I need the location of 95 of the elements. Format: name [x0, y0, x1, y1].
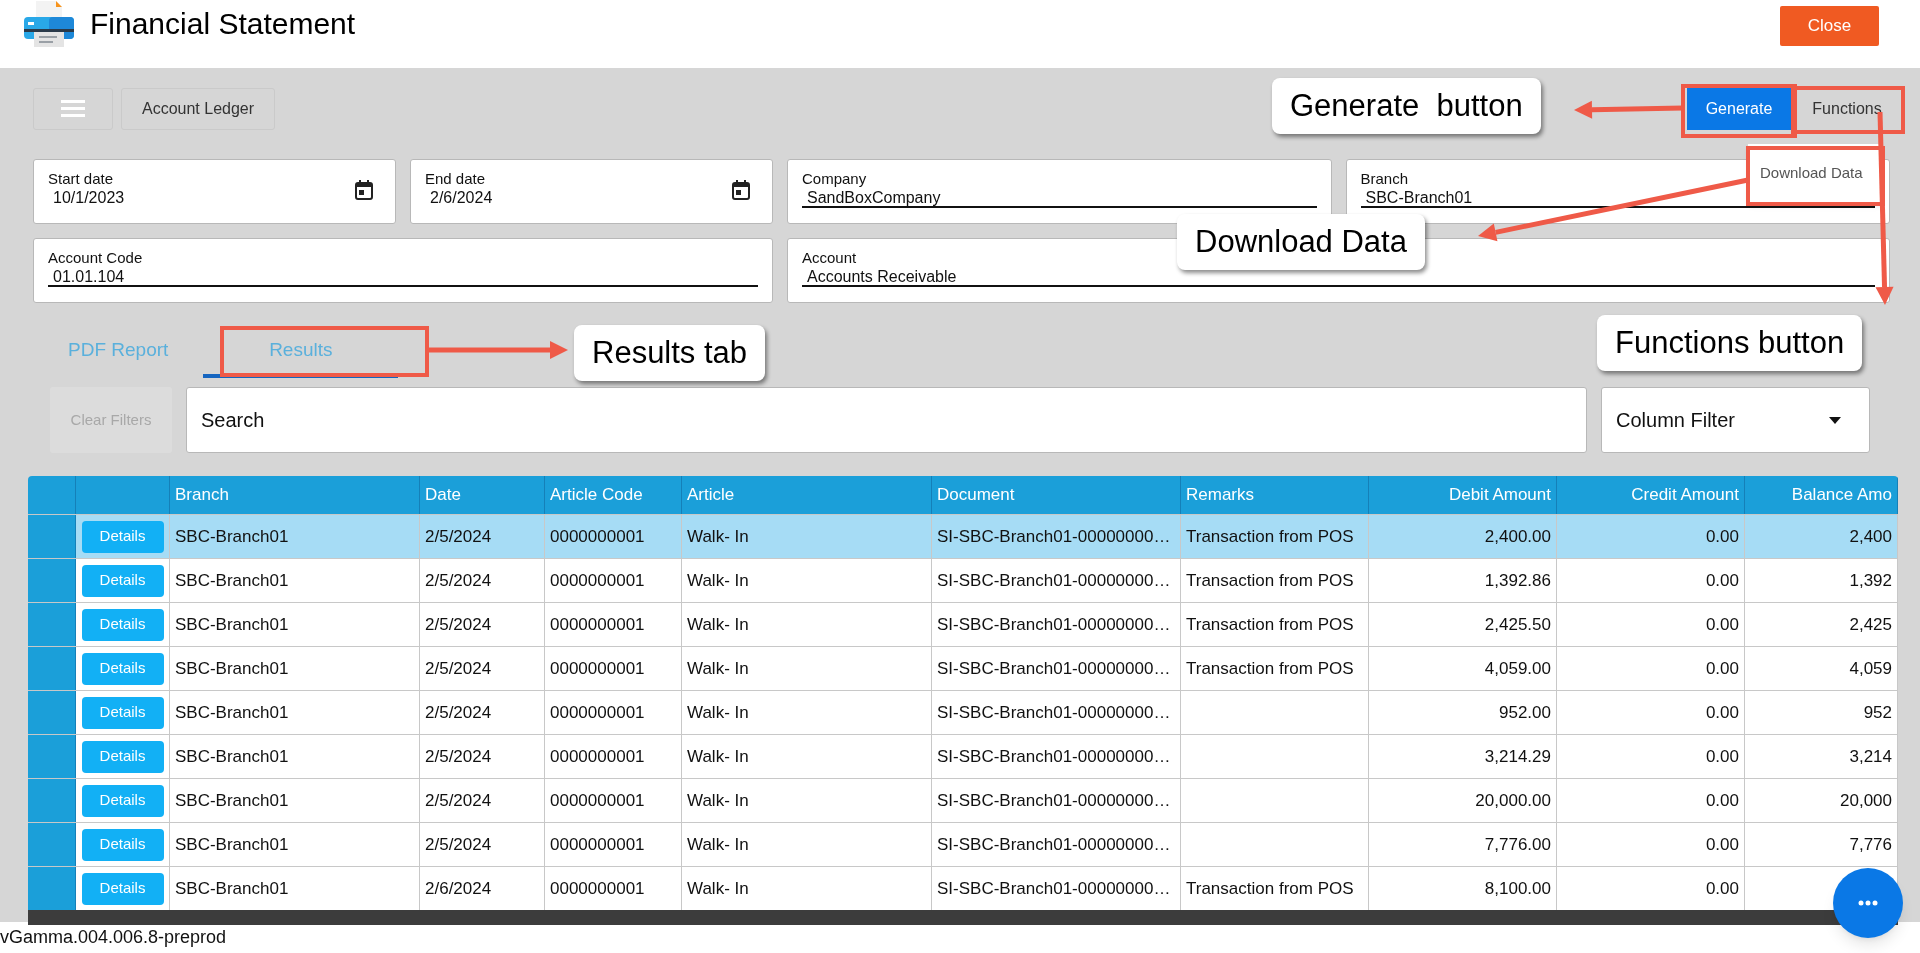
table-cell-text: SI-SBC-Branch01-00000000… — [937, 877, 1171, 900]
table-cell-text: 952.00 — [1499, 701, 1551, 724]
callout-tooltip: Functions button — [1597, 315, 1863, 371]
table-cell-text: 2/5/2024 — [425, 745, 492, 768]
table-cell-text: Walk- In — [687, 657, 749, 680]
field-label: Company — [802, 170, 867, 188]
table-cell-text: 0000000001 — [550, 877, 645, 900]
table-cell-text: SI-SBC-Branch01-00000000… — [937, 701, 1171, 724]
table-cell-text: SI-SBC-Branch01-00000000… — [937, 613, 1171, 636]
table-cell-text: Transaction from POS — [1186, 569, 1354, 592]
table-cell-text: Walk- In — [687, 569, 749, 592]
table-cell-text: 0000000001 — [550, 613, 645, 636]
table-cell-text: 0000000001 — [550, 657, 645, 680]
table-cell-text: 2/5/2024 — [425, 657, 492, 680]
table-cell-text: SBC-Branch01 — [175, 745, 289, 768]
table-cell-text: 0.00 — [1705, 745, 1739, 768]
table-cell-text: 4,059 — [1849, 657, 1892, 680]
table-cell-text: 2,400 — [1849, 525, 1892, 548]
table-cell-text: Transaction from POS — [1186, 525, 1354, 548]
table-cell-text: Transaction from POS — [1186, 613, 1354, 636]
table-cell-text: 4,059.00 — [1484, 657, 1551, 680]
table-cell-text: Walk- In — [687, 613, 749, 636]
field-value: 01.01.104 — [53, 267, 125, 287]
table-cell-text: 952 — [1863, 701, 1892, 724]
field-label: Account Code — [48, 249, 143, 267]
table-cell-text: 2,425.50 — [1484, 613, 1551, 636]
table-cell-text: SI-SBC-Branch01-00000000… — [937, 569, 1171, 592]
table-cell-text: 0.00 — [1705, 569, 1739, 592]
table-cell-text: SI-SBC-Branch01-00000000… — [937, 657, 1171, 680]
table-cell-text: SBC-Branch01 — [175, 789, 289, 812]
table-cell-text: 0000000001 — [550, 525, 645, 548]
table-cell-text: 0000000001 — [550, 701, 645, 724]
table-cell-text: 2,400.00 — [1484, 525, 1551, 548]
table-cell-text: SI-SBC-Branch01-00000000… — [937, 745, 1171, 768]
table-cell-text: 2/5/2024 — [425, 789, 492, 812]
table-cell-text: SI-SBC-Branch01-00000000… — [937, 833, 1171, 856]
table-cell-text: SBC-Branch01 — [175, 657, 289, 680]
version-text: vGamma.004.006.8-preprod — [0, 926, 227, 949]
table-cell-text: 2/5/2024 — [425, 833, 492, 856]
dropdown-value: Column Filter — [1616, 408, 1736, 433]
field-label: Branch — [1360, 170, 1409, 188]
field-value: 2/6/2024 — [430, 188, 493, 208]
table-cell-text: Walk- In — [687, 745, 749, 768]
table-cell-text: 2/5/2024 — [425, 569, 492, 592]
callout-tooltip: Download Data — [1177, 214, 1425, 270]
field-value: Accounts Receivable — [807, 267, 957, 287]
table-cell-text: 2/5/2024 — [425, 525, 492, 548]
field-value: SBC-Branch01 — [1365, 188, 1473, 208]
callout-tooltip: Results tab — [574, 325, 766, 381]
table-cell-text: 7,776 — [1849, 833, 1892, 856]
table-cell-text: SBC-Branch01 — [175, 613, 289, 636]
table-cell-text: 0000000001 — [550, 789, 645, 812]
table-cell-text: Walk- In — [687, 525, 749, 548]
table-cell-text: Walk- In — [687, 701, 749, 724]
table-cell-text: SBC-Branch01 — [175, 701, 289, 724]
table-cell-text: 0000000001 — [550, 745, 645, 768]
table-cell-text: Walk- In — [687, 833, 749, 856]
table-cell-text: 7,776.00 — [1484, 833, 1551, 856]
field-label: End date — [425, 170, 486, 188]
table-cell-text: 0.00 — [1705, 613, 1739, 636]
table-cell-text: 20,000.00 — [1475, 789, 1551, 812]
table-cell-text: 2,425 — [1849, 613, 1892, 636]
table-cell-text: Transaction from POS — [1186, 657, 1354, 680]
table-cell-text: 3,214.29 — [1484, 745, 1551, 768]
table-cell-text: 0000000001 — [550, 569, 645, 592]
table-cell-text: 0.00 — [1705, 789, 1739, 812]
table-cell-text: 8,100.00 — [1484, 877, 1551, 900]
field-label: Start date — [48, 170, 114, 188]
callout-tooltip: Generate button — [1272, 78, 1541, 134]
table-cell-text: SBC-Branch01 — [175, 877, 289, 900]
table-cell-text: 0.00 — [1705, 833, 1739, 856]
table-cell-text: SBC-Branch01 — [175, 569, 289, 592]
field-value: SandBoxCompany — [807, 188, 941, 208]
table-cell-text: 0.00 — [1705, 657, 1739, 680]
table-cell-text: SBC-Branch01 — [175, 525, 289, 548]
table-cell-text: Transaction from POS — [1186, 877, 1354, 900]
table-cell-text: 2/5/2024 — [425, 701, 492, 724]
table-cell-text: 0000000001 — [550, 833, 645, 856]
table-cell-text: SI-SBC-Branch01-00000000… — [937, 525, 1171, 548]
table-cell-text: 2/6/2024 — [425, 877, 492, 900]
table-cell-text: SI-SBC-Branch01-00000000… — [937, 789, 1171, 812]
table-cell-text: Walk- In — [687, 877, 749, 900]
table-cell-text: 2/5/2024 — [425, 613, 492, 636]
window-title: Financial Statement — [90, 5, 356, 42]
table-cell-text: SBC-Branch01 — [175, 833, 289, 856]
table-cell-text: Walk- In — [687, 789, 749, 812]
table-cell-text: 0.00 — [1705, 701, 1739, 724]
table-cell-text: 0.00 — [1705, 525, 1739, 548]
table-cell-text: 0.00 — [1705, 877, 1739, 900]
table-cell-text: 3,214 — [1849, 745, 1892, 768]
field-value: 10/1/2023 — [53, 188, 125, 208]
field-label: Account — [802, 249, 857, 267]
table-cell-text: 1,392.86 — [1484, 569, 1551, 592]
table-cell-text: 1,392 — [1849, 569, 1892, 592]
table-cell-text: 20,000 — [1840, 789, 1892, 812]
